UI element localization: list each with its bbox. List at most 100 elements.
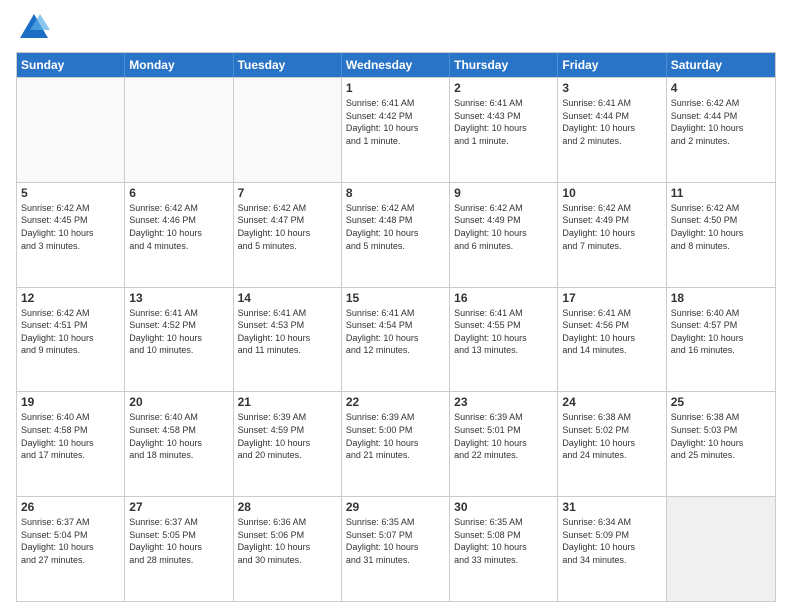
day-info: Sunrise: 6:42 AM Sunset: 4:45 PM Dayligh… [21, 202, 120, 252]
header-day-friday: Friday [558, 53, 666, 77]
day-info: Sunrise: 6:42 AM Sunset: 4:48 PM Dayligh… [346, 202, 445, 252]
day-info: Sunrise: 6:35 AM Sunset: 5:07 PM Dayligh… [346, 516, 445, 566]
cal-cell-1-1 [17, 78, 125, 182]
cal-cell-1-2 [125, 78, 233, 182]
cal-cell-2-1: 5 Sunrise: 6:42 AM Sunset: 4:45 PM Daylig… [17, 183, 125, 287]
day-info: Sunrise: 6:35 AM Sunset: 5:08 PM Dayligh… [454, 516, 553, 566]
cal-cell-1-3 [234, 78, 342, 182]
cal-cell-4-7: 25Sunrise: 6:38 AM Sunset: 5:03 PM Dayli… [667, 392, 775, 496]
day-number: 7 [238, 186, 337, 200]
header-day-thursday: Thursday [450, 53, 558, 77]
day-info: Sunrise: 6:38 AM Sunset: 5:03 PM Dayligh… [671, 411, 771, 461]
cal-cell-1-7: 4 Sunrise: 6:42 AM Sunset: 4:44 PM Daylig… [667, 78, 775, 182]
day-info: Sunrise: 6:41 AM Sunset: 4:52 PM Dayligh… [129, 307, 228, 357]
header [16, 10, 776, 46]
day-info: Sunrise: 6:41 AM Sunset: 4:42 PM Dayligh… [346, 97, 445, 147]
cal-cell-1-4: 1 Sunrise: 6:41 AM Sunset: 4:42 PM Daylig… [342, 78, 450, 182]
day-number: 22 [346, 395, 445, 409]
day-info: Sunrise: 6:38 AM Sunset: 5:02 PM Dayligh… [562, 411, 661, 461]
cal-cell-3-1: 12 Sunrise: 6:42 AM Sunset: 4:51 PM Dayli… [17, 288, 125, 392]
day-info: Sunrise: 6:41 AM Sunset: 4:53 PM Dayligh… [238, 307, 337, 357]
day-number: 4 [671, 81, 771, 95]
calendar-body: 1 Sunrise: 6:41 AM Sunset: 4:42 PM Daylig… [17, 77, 775, 601]
day-number: 14 [238, 291, 337, 305]
day-number: 26 [21, 500, 120, 514]
cal-cell-5-3: 28 Sunrise: 6:36 AM Sunset: 5:06 PM Dayli… [234, 497, 342, 601]
day-info: Sunrise: 6:42 AM Sunset: 4:46 PM Dayligh… [129, 202, 228, 252]
header-day-tuesday: Tuesday [234, 53, 342, 77]
cal-cell-4-4: 22 Sunrise: 6:39 AM Sunset: 5:00 PM Dayli… [342, 392, 450, 496]
day-info: Sunrise: 6:36 AM Sunset: 5:06 PM Dayligh… [238, 516, 337, 566]
day-number: 1 [346, 81, 445, 95]
page: SundayMondayTuesdayWednesdayThursdayFrid… [0, 0, 792, 612]
header-day-monday: Monday [125, 53, 233, 77]
day-number: 10 [562, 186, 661, 200]
day-number: 20 [129, 395, 228, 409]
header-day-saturday: Saturday [667, 53, 775, 77]
cal-cell-4-6: 24 Sunrise: 6:38 AM Sunset: 5:02 PM Dayli… [558, 392, 666, 496]
week-row-2: 5 Sunrise: 6:42 AM Sunset: 4:45 PM Daylig… [17, 182, 775, 287]
day-number: 29 [346, 500, 445, 514]
logo-icon [16, 10, 52, 46]
day-info: Sunrise: 6:41 AM Sunset: 4:54 PM Dayligh… [346, 307, 445, 357]
week-row-1: 1 Sunrise: 6:41 AM Sunset: 4:42 PM Daylig… [17, 77, 775, 182]
cal-cell-2-3: 7 Sunrise: 6:42 AM Sunset: 4:47 PM Daylig… [234, 183, 342, 287]
day-info: Sunrise: 6:42 AM Sunset: 4:51 PM Dayligh… [21, 307, 120, 357]
day-info: Sunrise: 6:42 AM Sunset: 4:49 PM Dayligh… [454, 202, 553, 252]
week-row-4: 19Sunrise: 6:40 AM Sunset: 4:58 PM Dayli… [17, 391, 775, 496]
cal-cell-5-1: 26 Sunrise: 6:37 AM Sunset: 5:04 PM Dayli… [17, 497, 125, 601]
day-info: Sunrise: 6:39 AM Sunset: 5:01 PM Dayligh… [454, 411, 553, 461]
day-number: 15 [346, 291, 445, 305]
day-info: Sunrise: 6:42 AM Sunset: 4:47 PM Dayligh… [238, 202, 337, 252]
day-info: Sunrise: 6:37 AM Sunset: 5:04 PM Dayligh… [21, 516, 120, 566]
day-info: Sunrise: 6:40 AM Sunset: 4:58 PM Dayligh… [129, 411, 228, 461]
day-number: 12 [21, 291, 120, 305]
day-number: 3 [562, 81, 661, 95]
day-info: Sunrise: 6:41 AM Sunset: 4:56 PM Dayligh… [562, 307, 661, 357]
day-number: 27 [129, 500, 228, 514]
day-number: 31 [562, 500, 661, 514]
cal-cell-2-4: 8Sunrise: 6:42 AM Sunset: 4:48 PM Daylig… [342, 183, 450, 287]
week-row-3: 12 Sunrise: 6:42 AM Sunset: 4:51 PM Dayli… [17, 287, 775, 392]
day-number: 5 [21, 186, 120, 200]
day-number: 18 [671, 291, 771, 305]
header-day-wednesday: Wednesday [342, 53, 450, 77]
cal-cell-3-2: 13 Sunrise: 6:41 AM Sunset: 4:52 PM Dayli… [125, 288, 233, 392]
day-number: 16 [454, 291, 553, 305]
day-number: 24 [562, 395, 661, 409]
day-info: Sunrise: 6:42 AM Sunset: 4:44 PM Dayligh… [671, 97, 771, 147]
day-info: Sunrise: 6:41 AM Sunset: 4:44 PM Dayligh… [562, 97, 661, 147]
day-info: Sunrise: 6:34 AM Sunset: 5:09 PM Dayligh… [562, 516, 661, 566]
day-info: Sunrise: 6:39 AM Sunset: 5:00 PM Dayligh… [346, 411, 445, 461]
cal-cell-3-4: 15 Sunrise: 6:41 AM Sunset: 4:54 PM Dayli… [342, 288, 450, 392]
cal-cell-2-5: 9Sunrise: 6:42 AM Sunset: 4:49 PM Daylig… [450, 183, 558, 287]
calendar-header: SundayMondayTuesdayWednesdayThursdayFrid… [17, 53, 775, 77]
day-info: Sunrise: 6:40 AM Sunset: 4:58 PM Dayligh… [21, 411, 120, 461]
day-number: 6 [129, 186, 228, 200]
day-number: 28 [238, 500, 337, 514]
day-info: Sunrise: 6:39 AM Sunset: 4:59 PM Dayligh… [238, 411, 337, 461]
cal-cell-5-6: 31 Sunrise: 6:34 AM Sunset: 5:09 PM Dayli… [558, 497, 666, 601]
cal-cell-2-2: 6 Sunrise: 6:42 AM Sunset: 4:46 PM Daylig… [125, 183, 233, 287]
cal-cell-5-2: 27 Sunrise: 6:37 AM Sunset: 5:05 PM Dayli… [125, 497, 233, 601]
cal-cell-3-5: 16Sunrise: 6:41 AM Sunset: 4:55 PM Dayli… [450, 288, 558, 392]
header-day-sunday: Sunday [17, 53, 125, 77]
day-number: 21 [238, 395, 337, 409]
week-row-5: 26 Sunrise: 6:37 AM Sunset: 5:04 PM Dayli… [17, 496, 775, 601]
cal-cell-3-6: 17 Sunrise: 6:41 AM Sunset: 4:56 PM Dayli… [558, 288, 666, 392]
logo [16, 10, 56, 46]
cal-cell-3-3: 14 Sunrise: 6:41 AM Sunset: 4:53 PM Dayli… [234, 288, 342, 392]
cal-cell-4-1: 19Sunrise: 6:40 AM Sunset: 4:58 PM Dayli… [17, 392, 125, 496]
cal-cell-1-6: 3 Sunrise: 6:41 AM Sunset: 4:44 PM Daylig… [558, 78, 666, 182]
day-number: 17 [562, 291, 661, 305]
cal-cell-3-7: 18Sunrise: 6:40 AM Sunset: 4:57 PM Dayli… [667, 288, 775, 392]
cal-cell-2-6: 10Sunrise: 6:42 AM Sunset: 4:49 PM Dayli… [558, 183, 666, 287]
day-number: 23 [454, 395, 553, 409]
day-number: 11 [671, 186, 771, 200]
day-number: 13 [129, 291, 228, 305]
day-info: Sunrise: 6:41 AM Sunset: 4:43 PM Dayligh… [454, 97, 553, 147]
day-info: Sunrise: 6:37 AM Sunset: 5:05 PM Dayligh… [129, 516, 228, 566]
cal-cell-1-5: 2Sunrise: 6:41 AM Sunset: 4:43 PM Daylig… [450, 78, 558, 182]
cal-cell-4-3: 21 Sunrise: 6:39 AM Sunset: 4:59 PM Dayli… [234, 392, 342, 496]
cal-cell-5-5: 30Sunrise: 6:35 AM Sunset: 5:08 PM Dayli… [450, 497, 558, 601]
